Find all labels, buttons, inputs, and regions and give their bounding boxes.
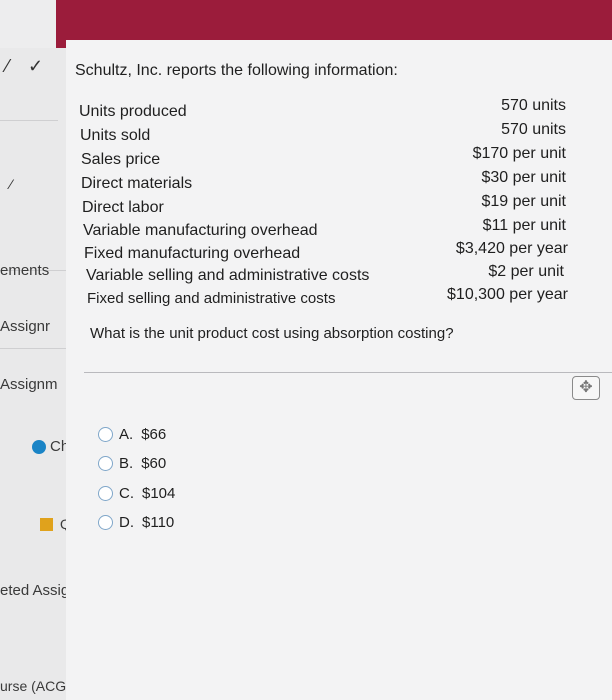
check-icon: ⁄ xyxy=(6,56,10,76)
sidebar-item-elements[interactable]: ements xyxy=(0,262,49,279)
top-left-area xyxy=(0,0,56,48)
sidebar-item-assignments[interactable]: Assignm xyxy=(0,376,58,393)
row-value-units-produced: 570 units xyxy=(501,97,566,114)
row-label-variable-selling-admin: Variable selling and administrative cost… xyxy=(86,267,370,284)
row-value-fixed-manufacturing-overhead: $3,420 per year xyxy=(455,240,568,257)
row-label-direct-labor: Direct labor xyxy=(82,199,164,216)
row-label-units-produced: Units produced xyxy=(79,103,187,120)
row-label-fixed-selling-admin: Fixed selling and administrative costs xyxy=(87,290,336,307)
option-value: $66 xyxy=(141,426,167,443)
option-d[interactable]: D. $110 xyxy=(98,514,174,531)
sidebar-item-completed-assignments[interactable]: eted Assig xyxy=(0,582,69,599)
option-value: $110 xyxy=(142,514,175,531)
question-text: What is the unit product cost using abso… xyxy=(90,325,454,342)
option-letter: D. xyxy=(119,514,134,531)
row-value-fixed-selling-admin: $10,300 per year xyxy=(447,286,568,303)
option-letter: A. xyxy=(119,426,134,443)
row-label-sales-price: Sales price xyxy=(81,151,161,168)
problem-intro: Schultz, Inc. reports the following info… xyxy=(75,62,398,79)
sidebar-item-assignment[interactable]: Assignr xyxy=(0,318,50,335)
option-c[interactable]: C. $104 xyxy=(98,485,175,502)
row-label-fixed-manufacturing-overhead: Fixed manufacturing overhead xyxy=(84,245,301,262)
status-dot xyxy=(32,440,46,454)
row-label-variable-manufacturing-overhead: Variable manufacturing overhead xyxy=(83,222,318,239)
radio-button[interactable] xyxy=(98,486,113,501)
option-b[interactable]: B. $60 xyxy=(98,455,166,472)
row-value-units-sold: 570 units xyxy=(501,121,566,138)
option-letter: C. xyxy=(119,485,134,502)
radio-button[interactable] xyxy=(98,515,113,530)
row-label-units-sold: Units sold xyxy=(80,127,151,144)
option-value: $104 xyxy=(142,485,176,502)
row-value-variable-manufacturing-overhead: $11 per unit xyxy=(482,217,566,234)
option-letter: B. xyxy=(119,455,134,472)
option-value: $60 xyxy=(141,455,167,472)
panel-separator xyxy=(84,372,612,373)
row-value-sales-price: $170 per unit xyxy=(472,145,566,162)
check-icon: ✓ xyxy=(28,56,44,76)
status-square xyxy=(40,518,53,531)
row-label-direct-materials: Direct materials xyxy=(81,175,193,192)
row-value-variable-selling-admin: $2 per unit xyxy=(488,263,564,280)
check-icon: ⁄ xyxy=(10,176,13,192)
move-icon[interactable]: ✥ xyxy=(572,376,600,400)
radio-button[interactable] xyxy=(98,427,113,442)
row-value-direct-materials: $30 per unit xyxy=(481,169,566,186)
row-value-direct-labor: $19 per unit xyxy=(481,193,566,210)
sidebar-divider xyxy=(0,120,58,121)
option-a[interactable]: A. $66 xyxy=(98,426,166,443)
radio-button[interactable] xyxy=(98,456,113,471)
